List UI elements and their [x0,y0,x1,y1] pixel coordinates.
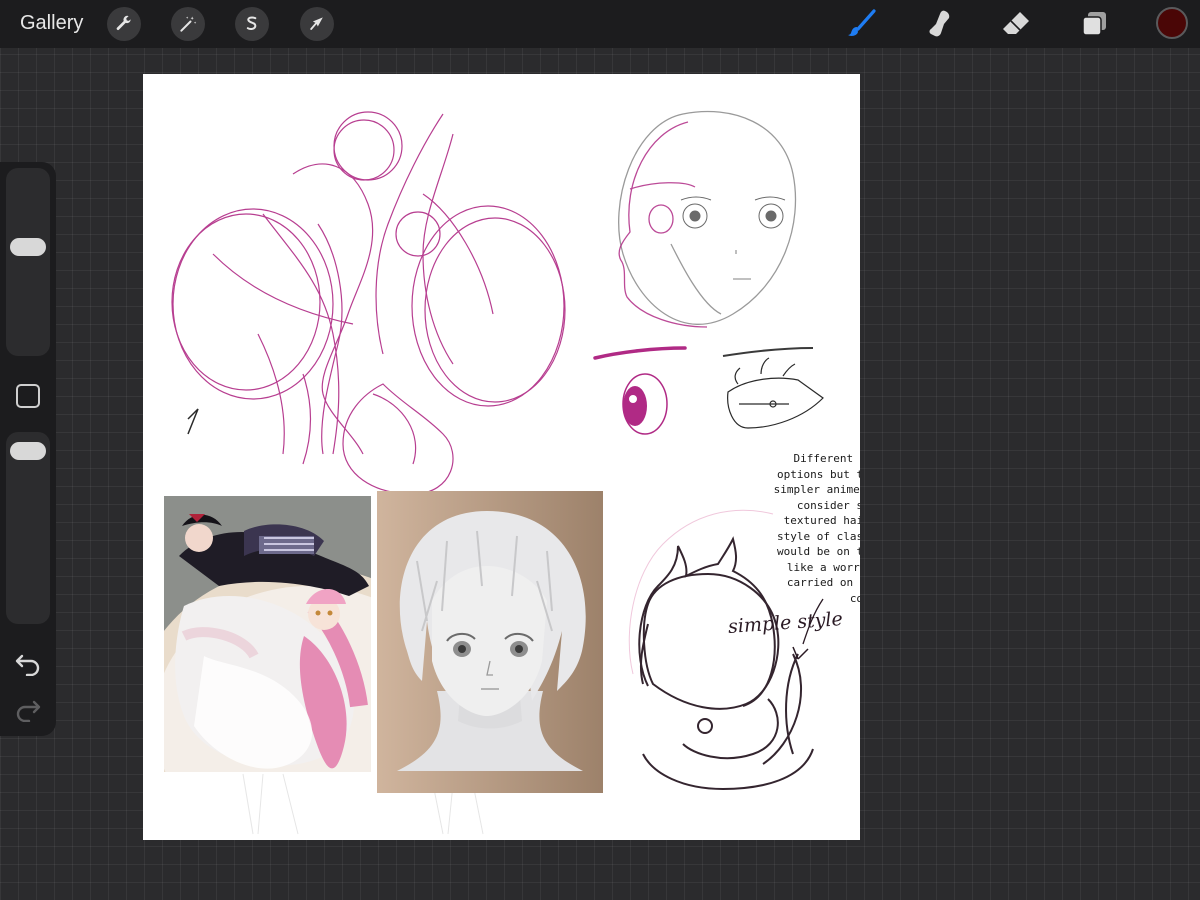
layers-icon [1082,12,1106,36]
brush-size-slider[interactable] [6,168,50,356]
brush-size-thumb[interactable] [10,238,46,256]
color-picker-button[interactable] [1156,7,1188,39]
wrench-icon [116,15,131,30]
magic-wand-icon [180,16,197,32]
figurine-illustration [164,496,371,772]
smudge-tool-button[interactable] [923,8,955,40]
opacity-slider[interactable] [6,432,50,624]
eraser-icon [1003,12,1029,34]
selection-button[interactable] [235,7,269,41]
transform-button[interactable] [300,7,334,41]
redo-icon[interactable] [14,694,42,722]
smudge-icon [929,10,950,37]
actions-wrench-button[interactable] [107,7,141,41]
gallery-button[interactable]: Gallery [20,12,83,35]
top-toolbar: Gallery [0,0,1200,48]
opacity-thumb[interactable] [10,442,46,460]
brush-icon [848,9,876,36]
adjustments-button[interactable] [171,7,205,41]
eraser-tool-button[interactable] [1000,8,1032,40]
left-sidebar [0,162,56,736]
reference-photo-figurines [164,496,371,772]
layers-button[interactable] [1079,8,1111,40]
bust-illustration [377,491,603,793]
transform-icon [310,17,323,30]
design-note-text: Different face and color options but the… [773,452,860,605]
brush-tool-button[interactable] [845,8,877,40]
modify-button[interactable] [16,384,40,408]
reference-photo-bust [377,491,603,793]
drawing-canvas[interactable]: Different face and color options but the… [143,74,860,840]
undo-icon[interactable] [14,648,42,676]
selection-icon [246,16,257,30]
